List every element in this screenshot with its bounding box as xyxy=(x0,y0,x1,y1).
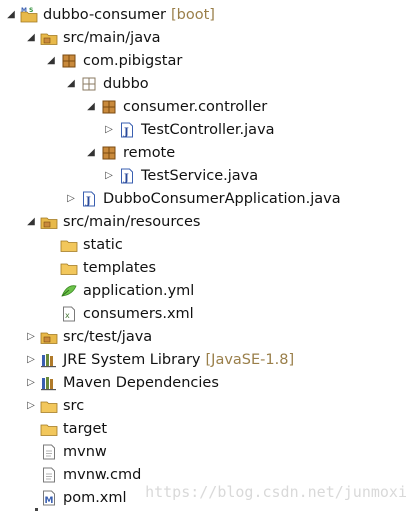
folder-icon xyxy=(40,421,58,437)
tree-item-label: Maven Dependencies xyxy=(63,375,219,391)
expanded-arrow-icon[interactable]: ◢ xyxy=(86,146,96,160)
tree-item-label: JRE System Library xyxy=(63,352,201,368)
tree-item-templates[interactable]: templates xyxy=(60,257,156,279)
svg-text:S: S xyxy=(29,7,33,14)
maven-pom-icon: M xyxy=(40,490,58,506)
tree-item-jre-system-library[interactable]: ▷ JRE System Library [JavaSE-1.8] xyxy=(26,349,294,371)
tree-item-static[interactable]: static xyxy=(60,234,123,256)
tree-item-remote[interactable]: ◢ remote xyxy=(86,142,175,164)
expanded-arrow-icon[interactable]: ◢ xyxy=(6,8,16,22)
expanded-arrow-icon[interactable]: ◢ xyxy=(86,100,96,114)
tree-item-project[interactable]: ◢ M S dubbo-consumer [boot] xyxy=(6,4,215,26)
project-explorer-tree: ◢ M S dubbo-consumer [boot] ◢ src/main/j… xyxy=(0,0,417,513)
xml-file-icon: x xyxy=(60,306,78,322)
tree-item-label: consumers.xml xyxy=(83,306,194,322)
tree-item-label: mvnw xyxy=(63,444,107,460)
package-icon xyxy=(60,53,78,69)
maven-project-icon: M S xyxy=(20,7,38,23)
tree-item-test-controller[interactable]: ▷ J TestController.java xyxy=(104,119,275,141)
svg-text:J: J xyxy=(85,196,91,207)
tree-item-decoration: [JavaSE-1.8] xyxy=(205,352,295,368)
library-icon xyxy=(40,352,58,368)
tree-item-label: application.yml xyxy=(83,283,195,299)
java-file-icon: J xyxy=(118,168,136,184)
source-folder-icon xyxy=(40,30,58,46)
expanded-arrow-icon[interactable]: ◢ xyxy=(66,77,76,91)
collapsed-arrow-icon[interactable]: ▷ xyxy=(26,399,36,413)
collapsed-arrow-icon[interactable]: ▷ xyxy=(104,169,114,183)
java-file-icon: J xyxy=(80,191,98,207)
yml-file-icon xyxy=(60,283,78,299)
package-icon xyxy=(100,145,118,161)
tree-item-label: mvnw.cmd xyxy=(63,467,142,483)
expanded-arrow-icon[interactable]: ◢ xyxy=(26,31,36,45)
tree-item-label: DubboConsumerApplication.java xyxy=(103,191,341,207)
java-file-icon: J xyxy=(118,122,136,138)
tree-item-pom-xml[interactable]: M pom.xml xyxy=(40,487,127,509)
tree-item-label: TestController.java xyxy=(141,122,275,138)
tree-item-label: remote xyxy=(123,145,176,161)
tree-item-maven-dependencies[interactable]: ▷ Maven Dependencies xyxy=(26,372,219,394)
svg-text:J: J xyxy=(123,173,129,184)
tree-item-label: static xyxy=(83,237,123,253)
collapsed-arrow-icon[interactable]: ▷ xyxy=(66,192,76,206)
tree-item-label: src/main/java xyxy=(63,30,161,46)
folder-icon xyxy=(40,398,58,414)
watermark: https://blog.csdn.net/junmoxi xyxy=(145,483,407,501)
tree-item-src-test-java[interactable]: ▷ src/test/java xyxy=(26,326,152,348)
tree-item-consumers-xml[interactable]: x consumers.xml xyxy=(60,303,194,325)
tree-item-label: pom.xml xyxy=(63,490,127,506)
tree-item-com-pibigstar[interactable]: ◢ com.pibigstar xyxy=(46,50,182,72)
tree-item-label: target xyxy=(63,421,108,437)
tree-item-decoration: [boot] xyxy=(170,7,215,23)
file-icon xyxy=(40,467,58,483)
tree-item-label: consumer.controller xyxy=(123,99,268,115)
tree-item-application-yml[interactable]: application.yml xyxy=(60,280,194,302)
collapsed-arrow-icon[interactable]: ▷ xyxy=(104,123,114,137)
tree-item-label: TestService.java xyxy=(141,168,259,184)
tree-item-src-main-resources[interactable]: ◢ src/main/resources xyxy=(26,211,200,233)
svg-text:J: J xyxy=(123,127,129,138)
tree-item-mvnw-cmd[interactable]: mvnw.cmd xyxy=(40,464,141,486)
expanded-arrow-icon[interactable]: ◢ xyxy=(46,54,56,68)
empty-package-icon xyxy=(80,76,98,92)
svg-text:M: M xyxy=(45,496,54,506)
tree-item-target[interactable]: target xyxy=(40,418,107,440)
tree-item-mvnw[interactable]: mvnw xyxy=(40,441,107,463)
collapsed-arrow-icon[interactable]: ▷ xyxy=(26,376,36,390)
svg-text:x: x xyxy=(65,311,70,320)
tree-item-label: templates xyxy=(83,260,157,276)
svg-text:M: M xyxy=(21,7,27,14)
file-icon xyxy=(40,444,58,460)
tree-item-test-service[interactable]: ▷ J TestService.java xyxy=(104,165,258,187)
tree-item-dubbo-consumer-application[interactable]: ▷ J DubboConsumerApplication.java xyxy=(66,188,341,210)
tree-item-src[interactable]: ▷ src xyxy=(26,395,84,417)
expanded-arrow-icon[interactable]: ◢ xyxy=(26,215,36,229)
tree-item-label: src/main/resources xyxy=(63,214,201,230)
scroll-marker xyxy=(35,508,38,511)
folder-icon xyxy=(60,237,78,253)
tree-item-consumer-controller[interactable]: ◢ consumer.controller xyxy=(86,96,267,118)
source-folder-icon xyxy=(40,214,58,230)
folder-icon xyxy=(60,260,78,276)
library-icon xyxy=(40,375,58,391)
tree-item-label: dubbo xyxy=(103,76,149,92)
tree-item-dubbo[interactable]: ◢ dubbo xyxy=(66,73,149,95)
tree-item-src-main-java[interactable]: ◢ src/main/java xyxy=(26,27,161,49)
package-icon xyxy=(100,99,118,115)
tree-item-label: com.pibigstar xyxy=(83,53,183,69)
source-folder-icon xyxy=(40,329,58,345)
tree-item-label: dubbo-consumer xyxy=(43,7,166,23)
collapsed-arrow-icon[interactable]: ▷ xyxy=(26,330,36,344)
collapsed-arrow-icon[interactable]: ▷ xyxy=(26,353,36,367)
tree-item-label: src/test/java xyxy=(63,329,153,345)
tree-item-label: src xyxy=(63,398,85,414)
